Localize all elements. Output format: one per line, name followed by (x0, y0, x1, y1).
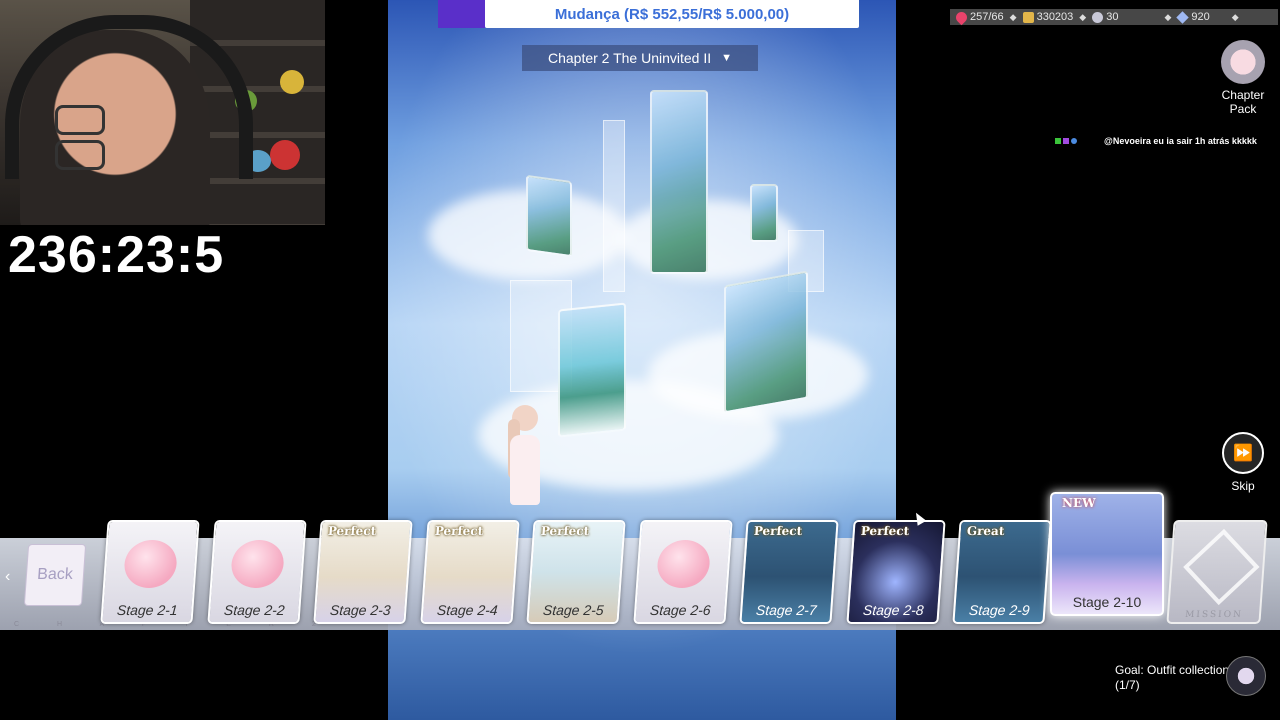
stream-timer: 236:23:5 (8, 226, 225, 284)
stage-label: Stage 2-5 (542, 602, 605, 618)
heart-icon (953, 9, 970, 25)
stage-card[interactable]: Perfect Stage 2-5 (526, 520, 626, 624)
chapter-pack-button[interactable]: Chapter Pack (1208, 40, 1278, 116)
chat-username (1082, 136, 1102, 146)
add-diamond-icon[interactable]: ◆ (1232, 12, 1239, 23)
chevron-down-icon: ▼ (721, 52, 733, 64)
resource-star[interactable]: 30 ◆ (1092, 11, 1171, 23)
stage-card[interactable]: Perfect Stage 2-4 (420, 520, 520, 624)
stage-card[interactable]: Perfect Stage 2-7 (739, 520, 839, 624)
goal-title: Goal: Outfit collection (1115, 663, 1230, 677)
stage-grade: Perfect (753, 524, 803, 538)
player-character (500, 405, 550, 520)
resource-bar: 257/66 ◆ 330203 ◆ 30 ◆ 920 ◆ (950, 9, 1278, 25)
stage-label: Stage 2-10 (1072, 594, 1142, 610)
stage-label: Stage 2-9 (968, 602, 1031, 618)
stage-card[interactable]: Stage 2-1 (100, 520, 200, 624)
donation-goal-banner: Mudança (R$ 552,55/R$ 5.000,00) (485, 0, 859, 28)
stage-grade: Perfect (540, 524, 590, 538)
stage-card[interactable]: Stage 2-2 (207, 520, 307, 624)
back-label: Back (36, 566, 74, 583)
skip-button[interactable]: ⏩ Skip (1222, 432, 1264, 493)
skip-label: Skip (1231, 479, 1255, 493)
diamond-emblem-icon (1183, 528, 1260, 606)
chapter-pack-label: Chapter Pack (1221, 88, 1265, 116)
stage-label: Stage 2-3 (329, 602, 392, 618)
chevron-left-icon[interactable]: ‹ (5, 568, 10, 586)
add-gold-icon[interactable]: ◆ (1079, 12, 1086, 23)
stage-label: Stage 2-8 (862, 602, 925, 618)
mission-card[interactable]: MISSION (1166, 520, 1268, 624)
diamond-icon (1176, 10, 1190, 24)
stage-card[interactable]: Perfect Stage 2-8 (846, 520, 946, 624)
resource-stamina[interactable]: 257/66 ◆ (953, 9, 1017, 25)
stage-grade: Perfect (327, 524, 377, 538)
outfit-icon[interactable] (1226, 656, 1266, 696)
stage-card[interactable]: Great Stage 2-9 (952, 520, 1052, 624)
new-badge: NEW (1062, 496, 1096, 510)
stage-grade: Perfect (860, 524, 910, 538)
stage-label: Stage 2-6 (649, 602, 712, 618)
star-currency-icon (1092, 11, 1104, 23)
stage-card[interactable]: Perfect Stage 2-3 (313, 520, 413, 624)
chat-message: @Nevoeira eu ia sair 1h atrás kkkkk (1055, 136, 1257, 146)
stage-label: Stage 2-2 (223, 602, 286, 618)
fast-forward-icon: ⏩ (1222, 432, 1264, 474)
stage-card[interactable]: Stage 2-6 (633, 520, 733, 624)
goal-tracker[interactable]: Goal: Outfit collection (1/7) (1115, 663, 1229, 693)
add-star-icon[interactable]: ◆ (1164, 12, 1171, 23)
chat-badges (1055, 136, 1082, 146)
stage-card-new[interactable]: NEW Stage 2-10 (1050, 492, 1164, 616)
stage-grade: Great (966, 524, 1005, 538)
back-button[interactable]: Back (23, 544, 87, 606)
chapter-dropdown-label: Chapter 2 The Uninvited II (547, 50, 712, 66)
webcam-feed (0, 0, 325, 225)
resource-gold[interactable]: 330203 ◆ (1022, 11, 1086, 23)
resource-diamond[interactable]: 920 ◆ (1176, 10, 1239, 24)
mission-label: MISSION (1184, 610, 1244, 620)
chat-text: @Nevoeira eu ia sair 1h atrás kkkkk (1104, 136, 1257, 146)
donation-accent (438, 0, 485, 28)
add-stamina-icon[interactable]: ◆ (1010, 12, 1017, 23)
gold-coin-icon (1022, 11, 1034, 23)
donation-goal-text: Mudança (R$ 552,55/R$ 5.000,00) (554, 5, 790, 23)
goal-progress: (1/7) (1115, 678, 1140, 692)
stage-label: Stage 2-1 (116, 602, 179, 618)
stage-label: Stage 2-7 (755, 602, 818, 618)
outfit-boots-icon (1221, 40, 1265, 84)
stage-label: Stage 2-4 (436, 602, 499, 618)
stage-grade: Perfect (434, 524, 484, 538)
chapter-dropdown[interactable]: Chapter 2 The Uninvited II ▼ (522, 45, 758, 71)
